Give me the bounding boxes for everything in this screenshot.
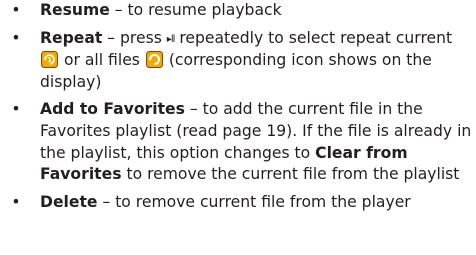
option-desc-clear-favorites: to remove the current file from the play…: [121, 165, 460, 184]
repeat-all-icon: [145, 51, 163, 69]
list-item-delete: • Delete – to remove current file from t…: [0, 192, 476, 214]
repeat-text-between: or all files: [59, 51, 145, 70]
repeat-one-icon: 1: [41, 51, 58, 69]
option-title-repeat: Repeat: [40, 28, 103, 47]
option-desc-resume: – to resume playback: [109, 1, 282, 19]
repeat-text-mid: repeatedly to select repeat current: [174, 28, 453, 47]
instruction-list: • Resume – to resume playback • Repeat –…: [0, 0, 476, 219]
repeat-text-before: – press: [102, 28, 167, 47]
bullet-glyph: •: [11, 1, 21, 19]
bullet-glyph: •: [11, 28, 21, 47]
svg-text:1: 1: [47, 56, 52, 64]
option-title-resume: Resume: [40, 1, 110, 19]
list-item-resume: • Resume – to resume playback: [0, 0, 476, 22]
option-title-delete: Delete: [40, 192, 98, 211]
bullet-glyph: •: [11, 100, 21, 119]
option-title-add-favorites: Add to Favorites: [40, 100, 185, 119]
list-item-repeat: • Repeat – press ▸ll repeatedly to selec…: [0, 28, 476, 94]
option-desc-delete: – to remove current file from the player: [97, 192, 411, 211]
list-item-add-favorites: • Add to Favorites – to add the current …: [0, 99, 476, 185]
bullet-glyph: •: [11, 192, 21, 211]
